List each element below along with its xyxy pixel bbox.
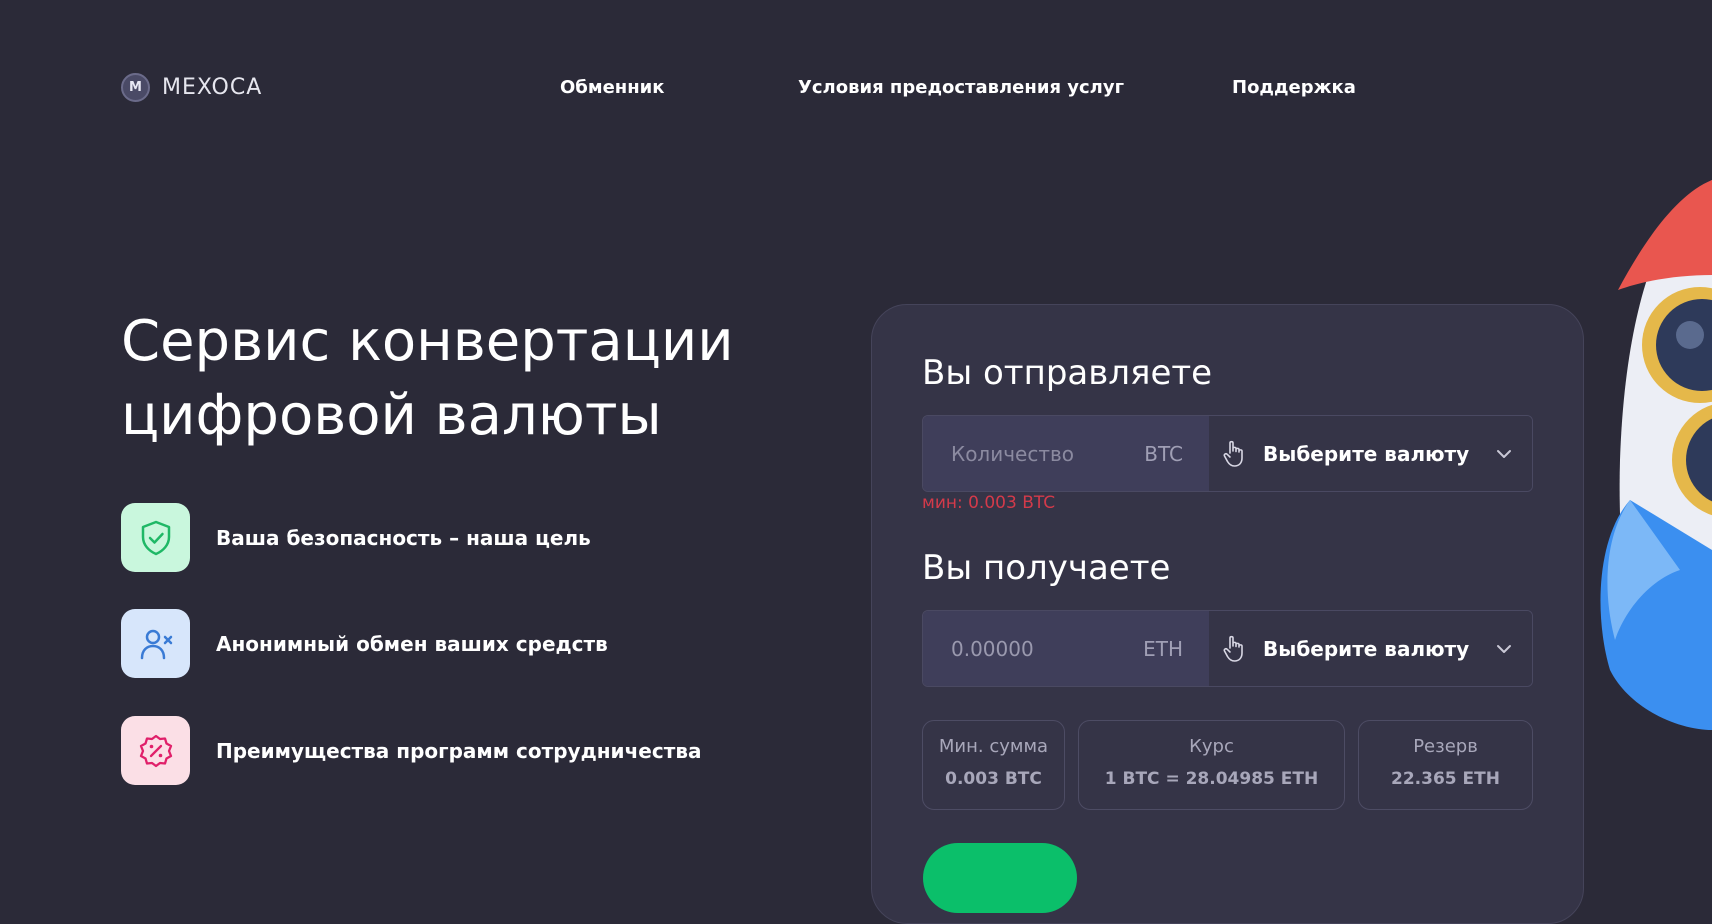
info-value: 1 BTC = 28.04985 ETH (1104, 769, 1319, 789)
hero-title-line-2: цифровой валюты (121, 383, 662, 448)
info-reserve: Резерв 22.365 ETH (1358, 720, 1533, 810)
receive-amount-input[interactable] (949, 635, 1113, 662)
nav-link-terms[interactable]: Условия предоставления услуг (798, 77, 1124, 98)
logo-text: MEXOCA (162, 75, 263, 100)
receive-amount-box: ETH (923, 611, 1209, 686)
send-currency-label: Выберите валюту (1263, 441, 1470, 466)
nav-link-support[interactable]: Поддержка (1232, 77, 1356, 98)
receive-currency-label: Выберите валюту (1263, 636, 1470, 661)
chevron-down-icon (1497, 449, 1511, 458)
info-min-amount: Мин. сумма 0.003 BTC (922, 720, 1065, 810)
rocket-illustration (1600, 180, 1712, 730)
feature-item-security: Ваша безопасность – наша цель (121, 503, 591, 572)
info-label: Мин. сумма (938, 736, 1049, 757)
exchange-submit-button[interactable] (923, 843, 1077, 913)
chevron-down-icon (1497, 644, 1511, 653)
feature-item-partners: Преимущества программ сотрудничества (121, 716, 701, 785)
send-amount-box: BTC (923, 416, 1209, 491)
send-field: BTC Выберите валюту (922, 415, 1533, 492)
nav-link-exchanger[interactable]: Обменник (560, 77, 665, 98)
receive-currency-code: ETH (1143, 636, 1183, 661)
logo[interactable]: M MEXOCA (121, 73, 262, 102)
send-title: Вы отправляете (922, 353, 1213, 393)
user-x-icon (121, 609, 190, 678)
feature-label: Преимущества программ сотрудничества (216, 738, 702, 763)
info-value: 0.003 BTC (945, 769, 1042, 789)
hero-title: Сервис конвертации цифровой валюты (121, 305, 821, 453)
feature-item-anonymous: Анонимный обмен ваших средств (121, 609, 608, 678)
send-currency-select[interactable]: Выберите валюту (1209, 416, 1532, 491)
shield-check-icon (121, 503, 190, 572)
hero-title-line-1: Сервис конвертации (121, 309, 734, 374)
send-amount-input[interactable] (949, 440, 1113, 467)
pointer-hand-icon (1223, 440, 1243, 467)
min-amount-note: мин: 0.003 BTC (922, 493, 1056, 513)
info-label: Курс (1189, 736, 1234, 757)
receive-field: ETH Выберите валюту (922, 610, 1533, 687)
info-rate: Курс 1 BTC = 28.04985 ETH (1078, 720, 1345, 810)
receive-currency-select[interactable]: Выберите валюту (1209, 611, 1532, 686)
pointer-hand-icon (1223, 635, 1243, 662)
info-label: Резерв (1413, 736, 1478, 757)
send-currency-code: BTC (1144, 441, 1183, 466)
discount-badge-icon (121, 716, 190, 785)
feature-label: Ваша безопасность – наша цель (216, 525, 591, 550)
feature-label: Анонимный обмен ваших средств (216, 631, 608, 656)
receive-title: Вы получаете (922, 548, 1171, 588)
logo-badge: M (121, 73, 150, 102)
info-value: 22.365 ETH (1391, 769, 1500, 789)
